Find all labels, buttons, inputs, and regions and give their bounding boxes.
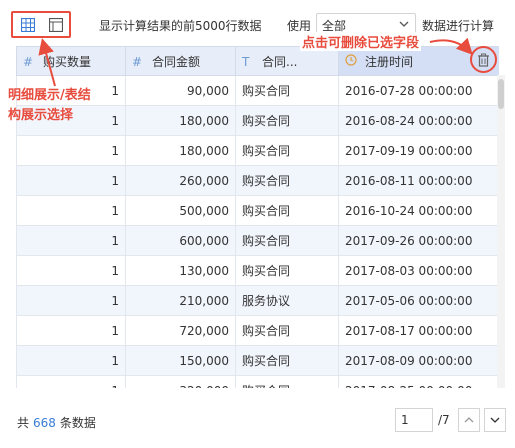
chevron-down-icon	[490, 417, 500, 423]
annotation-arrows	[38, 37, 473, 87]
current-page-value: 1	[401, 413, 409, 427]
total-count-text: 共 668 条数据	[17, 414, 96, 431]
arrow-to-trash	[429, 37, 473, 55]
next-page-button[interactable]	[484, 408, 506, 432]
total-count: 668	[33, 416, 56, 430]
footer: 共 668 条数据 1 /7	[0, 396, 515, 448]
total-prefix: 共	[17, 416, 30, 430]
chevron-up-icon	[464, 417, 474, 423]
arrow-to-view-toggle	[38, 38, 56, 87]
page-number-input[interactable]: 1	[395, 408, 433, 432]
prev-page-button[interactable]	[458, 408, 480, 432]
total-suffix: 条数据	[59, 416, 96, 430]
total-pages: /7	[438, 413, 450, 427]
